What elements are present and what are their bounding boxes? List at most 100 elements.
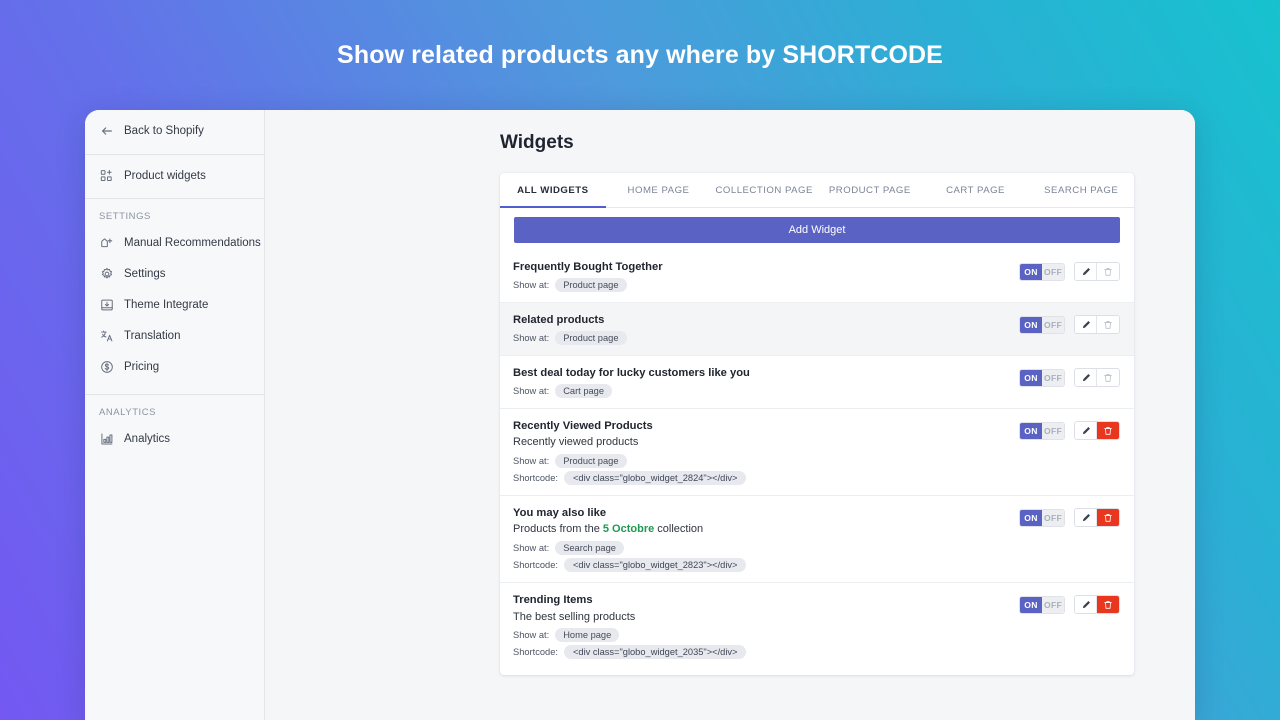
delete-button[interactable] [1097,316,1119,333]
status-toggle[interactable]: ON OFF [1019,422,1065,440]
toggle-on-segment[interactable]: ON [1020,370,1042,386]
status-toggle[interactable]: ON OFF [1019,509,1065,527]
arrow-left-icon [99,124,114,139]
tab-product-page[interactable]: PRODUCT PAGE [817,173,923,207]
edit-button[interactable] [1075,369,1097,386]
table-row[interactable]: Frequently Bought Together Show at: Prod… [500,250,1134,303]
product-widgets-icon [99,168,114,183]
sidebar-item-label: Pricing [124,361,159,373]
widget-shortcode: Shortcode: <div class="globo_widget_2035… [513,645,1019,659]
widget-name: Related products [513,313,1019,328]
toggle-off-segment[interactable]: OFF [1042,423,1064,439]
table-row[interactable]: Best deal today for lucky customers like… [500,356,1134,409]
toggle-on-segment[interactable]: ON [1020,317,1042,333]
pricing-dollar-icon [99,359,114,374]
tab-collection-page[interactable]: COLLECTION PAGE [711,173,817,207]
widget-info: You may also like Products from the 5 Oc… [513,506,1019,572]
sidebar-item-theme-integrate[interactable]: Theme Integrate [85,289,264,320]
desc-prefix: Products from the [513,523,603,535]
toggle-on-segment[interactable]: ON [1020,597,1042,613]
tab-home-page[interactable]: HOME PAGE [606,173,712,207]
show-at-label: Show at: [513,333,549,343]
show-at-pill: Cart page [555,384,612,398]
delete-button[interactable] [1097,369,1119,386]
shortcode-label: Shortcode: [513,560,558,570]
widget-shortcode: Shortcode: <div class="globo_widget_2824… [513,471,1019,485]
app-window: Back to Shopify Product widgets SETTINGS [85,110,1195,720]
widget-name: Best deal today for lucky customers like… [513,366,1019,381]
sidebar-item-label: Theme Integrate [124,299,208,311]
widget-show-at: Show at: Product page [513,278,1019,292]
banner-title: Show related products any where by SHORT… [337,41,943,70]
sidebar: Back to Shopify Product widgets SETTINGS [85,110,265,720]
sidebar-item-label: Analytics [124,433,170,445]
row-controls: ON OFF [1019,593,1120,614]
shortcode-pill[interactable]: <div class="globo_widget_2823"></div> [564,558,747,572]
table-row[interactable]: Recently Viewed Products Recently viewed… [500,409,1134,496]
shortcode-pill[interactable]: <div class="globo_widget_2035"></div> [564,645,747,659]
widget-shortcode: Shortcode: <div class="globo_widget_2823… [513,558,1019,572]
sidebar-item-label: Settings [124,268,166,280]
row-controls: ON OFF [1019,313,1120,334]
edit-button[interactable] [1075,596,1097,613]
sidebar-back-label: Back to Shopify [124,125,204,137]
sidebar-item-pricing[interactable]: Pricing [85,351,264,382]
widget-name: Frequently Bought Together [513,260,1019,275]
sidebar-item-back-to-shopify[interactable]: Back to Shopify [85,115,264,147]
sidebar-item-product-widgets[interactable]: Product widgets [85,160,264,191]
status-toggle[interactable]: ON OFF [1019,263,1065,281]
desc-suffix: collection [654,523,703,535]
sidebar-product-widgets-label: Product widgets [124,170,206,182]
add-widget-button[interactable]: Add Widget [514,217,1120,243]
edit-button[interactable] [1075,316,1097,333]
widget-description: Products from the 5 Octobre collection [513,522,1019,538]
edit-button[interactable] [1075,263,1097,280]
show-at-label: Show at: [513,280,549,290]
show-at-label: Show at: [513,386,549,396]
table-row[interactable]: Trending Items The best selling products… [500,583,1134,675]
delete-button[interactable] [1097,263,1119,280]
delete-button[interactable] [1097,596,1119,613]
tab-cart-page[interactable]: CART PAGE [923,173,1029,207]
table-row[interactable]: Related products Show at: Product page O… [500,303,1134,356]
show-at-pill: Home page [555,628,619,642]
shortcode-pill[interactable]: <div class="globo_widget_2824"></div> [564,471,747,485]
sidebar-group-label-analytics: ANALYTICS [85,395,264,423]
show-at-pill: Product page [555,454,626,468]
edit-button[interactable] [1075,422,1097,439]
sidebar-item-analytics[interactable]: Analytics [85,423,264,454]
sidebar-item-translation[interactable]: Translation [85,320,264,351]
widget-info: Trending Items The best selling products… [513,593,1019,659]
translation-icon [99,328,114,343]
status-toggle[interactable]: ON OFF [1019,369,1065,387]
main-content: Widgets ALL WIDGETS HOME PAGE COLLECTION… [265,110,1195,720]
toggle-on-segment[interactable]: ON [1020,264,1042,280]
edit-button[interactable] [1075,509,1097,526]
toggle-off-segment[interactable]: OFF [1042,597,1064,613]
toggle-off-segment[interactable]: OFF [1042,317,1064,333]
toggle-on-segment[interactable]: ON [1020,510,1042,526]
widget-name: Trending Items [513,593,1019,608]
show-at-pill: Product page [555,331,626,345]
toggle-off-segment[interactable]: OFF [1042,264,1064,280]
tab-search-page[interactable]: SEARCH PAGE [1028,173,1134,207]
sidebar-group-label-settings: SETTINGS [85,199,264,227]
sidebar-item-manual-recommendations[interactable]: Manual Recommendations [85,227,264,258]
delete-button[interactable] [1097,509,1119,526]
page-title: Widgets [500,132,1195,154]
widget-description: Recently viewed products [513,435,1019,451]
tab-all-widgets[interactable]: ALL WIDGETS [500,173,606,207]
sidebar-item-settings[interactable]: Settings [85,258,264,289]
toggle-off-segment[interactable]: OFF [1042,370,1064,386]
toggle-off-segment[interactable]: OFF [1042,510,1064,526]
status-toggle[interactable]: ON OFF [1019,596,1065,614]
row-controls: ON OFF [1019,506,1120,527]
toggle-on-segment[interactable]: ON [1020,423,1042,439]
row-action-buttons [1074,315,1120,334]
widget-name: Recently Viewed Products [513,419,1019,434]
delete-button[interactable] [1097,422,1119,439]
table-row[interactable]: You may also like Products from the 5 Oc… [500,496,1134,583]
widget-list: Frequently Bought Together Show at: Prod… [500,250,1134,675]
widget-show-at: Show at: Home page [513,628,1019,642]
status-toggle[interactable]: ON OFF [1019,316,1065,334]
